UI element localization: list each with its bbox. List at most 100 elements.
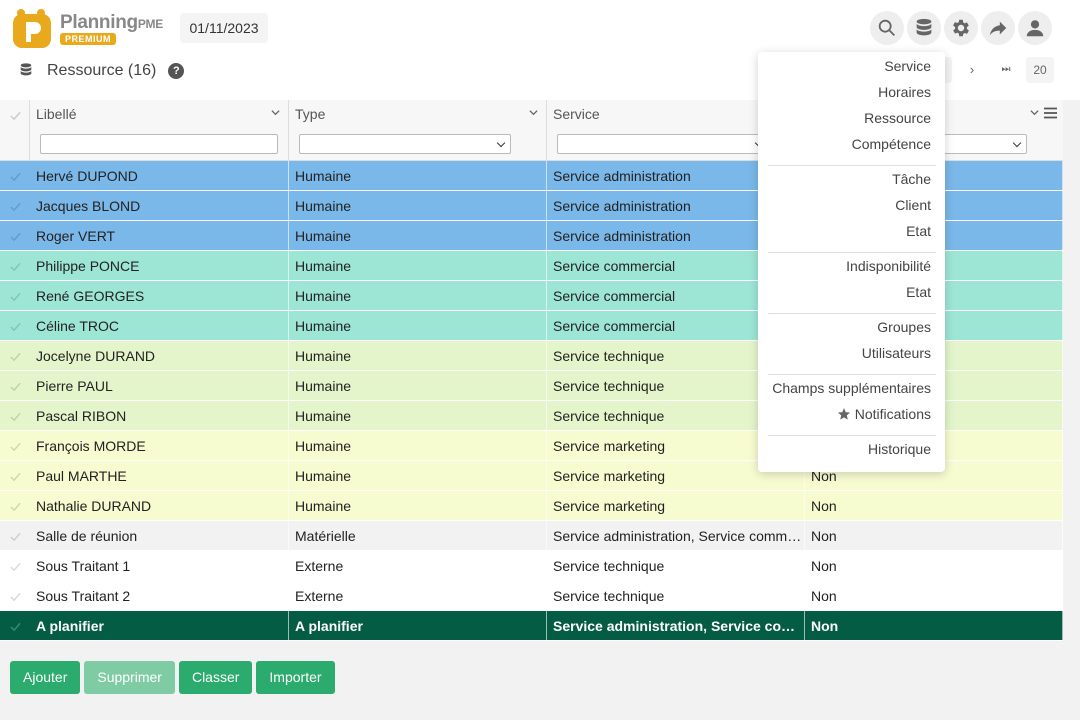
- page-size-select[interactable]: 20: [1026, 57, 1054, 83]
- cell-type: Matérielle: [289, 521, 547, 551]
- settings-button[interactable]: [944, 11, 978, 45]
- row-checkbox[interactable]: [0, 521, 30, 551]
- add-button[interactable]: Ajouter: [10, 661, 81, 694]
- cell-type: Humaine: [289, 401, 547, 431]
- menu-item-ressource[interactable]: Ressource: [864, 110, 931, 126]
- table-row[interactable]: Sous Traitant 2 Externe Service technique N…: [0, 581, 1063, 611]
- cell-type: Humaine: [289, 341, 547, 371]
- check-icon: [9, 232, 21, 241]
- menu-item-etat[interactable]: Etat: [906, 223, 931, 239]
- row-checkbox[interactable]: [0, 551, 30, 581]
- row-checkbox[interactable]: [0, 371, 30, 401]
- check-icon: [9, 442, 21, 451]
- cell-libelle: François MORDE: [30, 431, 289, 461]
- action-buttons: Ajouter Supprimer Classer Importer: [10, 661, 335, 694]
- next-page-button[interactable]: ›: [958, 57, 986, 83]
- menu-item-client[interactable]: Client: [895, 197, 931, 213]
- row-checkbox[interactable]: [0, 251, 30, 281]
- cell-type: Humaine: [289, 221, 547, 251]
- table-row[interactable]: Sous Traitant 1 Externe Service technique N…: [0, 551, 1063, 581]
- chevron-down-icon[interactable]: [529, 108, 538, 117]
- menu-item-tache[interactable]: Tâche: [892, 171, 931, 187]
- cell-type: Humaine: [289, 191, 547, 221]
- row-checkbox[interactable]: [0, 581, 30, 611]
- cell-type: Externe: [289, 581, 547, 611]
- row-checkbox[interactable]: [0, 161, 30, 191]
- row-checkbox[interactable]: [0, 341, 30, 371]
- menu-item-horaires[interactable]: Horaires: [878, 84, 931, 100]
- search-icon: [878, 19, 895, 36]
- libelle-filter-input[interactable]: [40, 134, 278, 154]
- service-filter-select[interactable]: [557, 134, 769, 154]
- cell-type: Externe: [289, 551, 547, 581]
- database-icon: [18, 62, 34, 81]
- cell-libelle: Roger VERT: [30, 221, 289, 251]
- menu-separator: [768, 435, 936, 436]
- cell-libelle: Philippe PONCE: [30, 251, 289, 281]
- menu-item-champs-supplementaires[interactable]: Champs supplémentaires: [772, 380, 931, 396]
- cell-col4: Non: [805, 611, 1063, 641]
- import-button[interactable]: Importer: [256, 661, 335, 694]
- cell-type: Humaine: [289, 161, 547, 191]
- cell-libelle: Pascal RIBON: [30, 401, 289, 431]
- menu-item-notifications[interactable]: Notifications: [837, 406, 931, 422]
- type-filter-select[interactable]: [299, 134, 511, 154]
- cell-service: Service administration, Service commerci…: [547, 521, 805, 551]
- menu-item-etat[interactable]: Etat: [906, 284, 931, 300]
- share-icon: [989, 21, 1007, 36]
- cell-col4: Non: [805, 581, 1063, 611]
- check-icon: [9, 592, 21, 601]
- settings-dropdown-menu: Service Horaires Ressource Compétence Tâche C…: [758, 52, 945, 472]
- cell-libelle: Hervé DUPOND: [30, 161, 289, 191]
- check-icon: [9, 502, 21, 511]
- planningpme-logo[interactable]: [12, 8, 52, 50]
- select-all-header[interactable]: [0, 100, 30, 160]
- check-icon: [9, 322, 21, 331]
- column-menu-icon[interactable]: [1044, 107, 1057, 119]
- check-icon: [9, 202, 21, 211]
- brand-name: PlanningPME: [60, 12, 163, 33]
- sort-button[interactable]: Classer: [178, 661, 253, 694]
- cell-libelle: Salle de réunion: [30, 521, 289, 551]
- user-button[interactable]: [1018, 11, 1052, 45]
- search-button[interactable]: [870, 11, 904, 45]
- row-checkbox[interactable]: [0, 191, 30, 221]
- cell-libelle: Sous Traitant 1: [30, 551, 289, 581]
- row-checkbox[interactable]: [0, 281, 30, 311]
- last-page-button[interactable]: ⏭: [992, 57, 1020, 83]
- chevron-down-icon[interactable]: [271, 108, 280, 117]
- menu-item-historique[interactable]: Historique: [868, 441, 931, 457]
- cell-col4: Non: [805, 521, 1063, 551]
- column-header-libelle[interactable]: Libellé: [30, 100, 289, 160]
- vertical-scrollbar[interactable]: [1063, 100, 1080, 720]
- row-checkbox[interactable]: [0, 431, 30, 461]
- menu-item-utilisateurs[interactable]: Utilisateurs: [862, 345, 931, 361]
- row-checkbox[interactable]: [0, 461, 30, 491]
- date-picker[interactable]: 01/11/2023: [180, 13, 268, 43]
- menu-separator: [768, 165, 936, 166]
- share-button[interactable]: [981, 11, 1015, 45]
- cell-col4: Non: [805, 551, 1063, 581]
- cell-libelle: A planifier: [30, 611, 289, 641]
- chevron-down-icon[interactable]: [1030, 108, 1039, 117]
- row-checkbox[interactable]: [0, 401, 30, 431]
- cell-col4: Non: [805, 491, 1063, 521]
- cell-service: Service administration, Service commerci…: [547, 611, 805, 641]
- help-icon[interactable]: ?: [168, 63, 185, 79]
- menu-item-competence[interactable]: Compétence: [852, 136, 931, 152]
- table-row[interactable]: Nathalie DURAND Humaine Service marketing N…: [0, 491, 1063, 521]
- delete-button[interactable]: Supprimer: [84, 661, 175, 694]
- menu-item-groupes[interactable]: Groupes: [877, 319, 931, 335]
- table-row[interactable]: Salle de réunion Matérielle Service admini…: [0, 521, 1063, 551]
- row-checkbox[interactable]: [0, 491, 30, 521]
- column-header-type[interactable]: Type: [289, 100, 547, 160]
- table-row[interactable]: A planifier A planifier Service administra…: [0, 611, 1063, 641]
- database-icon: [916, 18, 932, 36]
- database-button[interactable]: [907, 11, 941, 45]
- row-checkbox[interactable]: [0, 311, 30, 341]
- menu-item-service[interactable]: Service: [884, 58, 931, 74]
- row-checkbox[interactable]: [0, 611, 30, 641]
- menu-item-indisponibilite[interactable]: Indisponibilité: [846, 258, 931, 274]
- menu-separator: [768, 252, 936, 253]
- row-checkbox[interactable]: [0, 221, 30, 251]
